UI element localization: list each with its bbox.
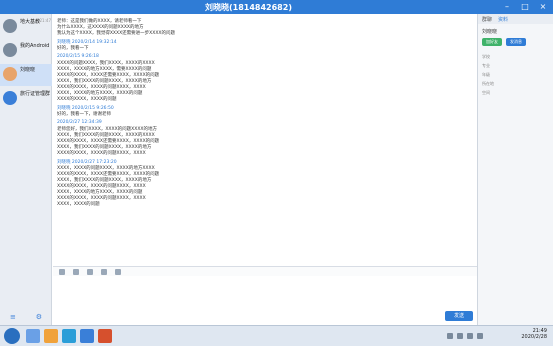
message-line: XXXX的XXXX，XXXX的问题 (57, 97, 117, 102)
emoji-icon[interactable] (59, 268, 65, 275)
window-controls: – □ × (503, 2, 547, 11)
message-button[interactable]: 发消息 (506, 38, 526, 46)
font-icon[interactable] (73, 268, 79, 275)
message-line: 好的，我看一下 (57, 46, 89, 51)
send-button[interactable]: 发送 (445, 311, 473, 321)
profile-row: 空间 (482, 90, 552, 96)
app-icon[interactable] (44, 329, 58, 343)
message-input[interactable] (53, 276, 477, 325)
avatar (3, 91, 17, 105)
chat-message: 刘晓晓 2020/2/14 19:32:14 好的，我看一下 (57, 39, 469, 51)
taskbar: 21:49 2020/2/28 (0, 325, 553, 346)
message-line: 我认为这个XXXX，我觉得XXXX还需要进一步XXXX的问题 (57, 31, 175, 36)
profile-key: 所在地 (482, 81, 494, 86)
tray-icon[interactable] (447, 333, 453, 339)
profile-row: 年级 (482, 72, 552, 78)
clock-date: 2020/2/28 (521, 334, 547, 340)
contact-name: 刘晓晓 (482, 29, 498, 35)
conversation-item[interactable]: 我的Android (0, 40, 52, 62)
avatar (3, 43, 17, 57)
profile-key: 空间 (482, 90, 490, 95)
conversation-item[interactable]: 地大基教 21:47 (0, 16, 52, 38)
tab-group[interactable]: 群聊 (482, 16, 492, 23)
avatar (3, 19, 17, 33)
avatar (3, 67, 17, 81)
contact-panel: 群聊 资料 刘晓晓 加好友 发消息 学校 专业 年级 所在地 空间 (477, 14, 553, 325)
minimize-icon[interactable]: – (503, 2, 511, 11)
conversation-name: 刘晓晓 (20, 67, 36, 73)
profile-row: 所在地 (482, 81, 552, 87)
sidebar-footer: ≡ ⚙ (0, 313, 52, 321)
screenshot-icon[interactable] (101, 268, 107, 275)
title-bar: 刘晓晓(1814842682) – □ × (0, 0, 553, 14)
composer-toolbar (53, 266, 477, 276)
message-list: 老师：这是我们做的XXXX，请老师看一下 为什么XXXX，这XXXX的问题XXXX… (53, 14, 477, 266)
start-icon[interactable] (4, 328, 20, 344)
app-icon[interactable] (80, 329, 94, 343)
conversation-item[interactable]: 旅行证管理群 (0, 88, 52, 110)
panel-tabs: 群聊 资料 (478, 14, 553, 24)
conversation-name: 旅行证管理群 (20, 91, 50, 97)
add-friend-button[interactable]: 加好友 (482, 38, 502, 46)
message-line: 好的，我看一下，谢谢老师 (57, 112, 111, 117)
window-title: 刘晓晓(1814842682) (205, 3, 292, 12)
message-line: XXXX的XXXX，XXXX的问题XXXX，XXXX (57, 151, 146, 156)
conversation-name: 我的Android (20, 43, 50, 49)
app-icon[interactable] (98, 329, 112, 343)
menu-icon[interactable]: ≡ (10, 313, 16, 321)
settings-icon[interactable]: ⚙ (36, 313, 42, 321)
conversation-sidebar: 地大基教 21:47 我的Android 刘晓晓 旅行证管理群 ≡ ⚙ (0, 14, 52, 325)
chat-message: 刘晓晓 2020/2/27 17:23:20 XXXX，XXXX的问题XXXX，X… (57, 159, 469, 207)
chat-message: 2020/2/15 9:26:18 XXXX的问题XXXX，我们XXXX，XXXX… (57, 54, 469, 102)
profile-key: 年级 (482, 72, 490, 77)
app-icon[interactable] (62, 329, 76, 343)
clock[interactable]: 21:49 2020/2/28 (521, 328, 547, 340)
profile-row: 专业 (482, 63, 552, 69)
network-icon[interactable] (467, 333, 473, 339)
app-icon[interactable] (26, 329, 40, 343)
message-line: XXXX，XXXX的问题 (57, 202, 100, 207)
profile-key: 专业 (482, 63, 490, 68)
profile-row: 学校 (482, 54, 552, 60)
tab-profile[interactable]: 资料 (498, 16, 508, 23)
chat-message: 刘晓晓 2020/2/15 9:26:50 好的，我看一下，谢谢老师 (57, 105, 469, 117)
close-icon[interactable]: × (539, 2, 547, 11)
image-icon[interactable] (87, 268, 93, 275)
chat-message: 2020/2/27 12:34:39 老师您好，我们XXXX，XXXX的问题XXX… (57, 120, 469, 156)
file-icon[interactable] (115, 268, 121, 275)
volume-icon[interactable] (477, 333, 483, 339)
maximize-icon[interactable]: □ (521, 2, 529, 11)
conversation-item[interactable]: 刘晓晓 (0, 64, 52, 86)
chat-message: 老师：这是我们做的XXXX，请老师看一下 为什么XXXX，这XXXX的问题XXXX… (57, 18, 469, 36)
conversation-time: 21:47 (39, 18, 51, 23)
system-tray (447, 329, 527, 343)
profile-key: 学校 (482, 54, 490, 59)
tray-icon[interactable] (457, 333, 463, 339)
